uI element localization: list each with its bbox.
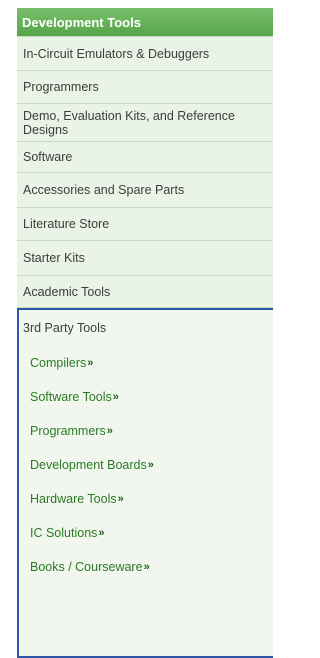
submenu-item-label: Programmers <box>30 424 106 438</box>
submenu-item-development-boards[interactable]: Development Boards» <box>19 448 273 482</box>
submenu-item-label: Hardware Tools <box>30 492 117 506</box>
submenu-item-books-courseware[interactable]: Books / Courseware» <box>19 550 273 584</box>
submenu-item-label: IC Solutions <box>30 526 98 540</box>
submenu-item-label: Books / Courseware <box>30 560 143 574</box>
submenu-item-programmers[interactable]: Programmers» <box>19 414 273 448</box>
menu-item-label: Programmers <box>23 80 99 94</box>
double-chevron-right-icon: » <box>112 391 119 403</box>
menu-item-label: Literature Store <box>23 217 110 231</box>
development-tools-menu: Development Tools In-Circuit Emulators &… <box>17 8 273 658</box>
double-chevron-right-icon: » <box>87 357 94 369</box>
menu-item-programmers[interactable]: Programmers <box>17 71 273 104</box>
double-chevron-right-icon: » <box>147 459 154 471</box>
menu-item-demo-evaluation-kits[interactable]: Demo, Evaluation Kits, and Reference Des… <box>17 104 273 142</box>
menu-item-academic-tools[interactable]: Academic Tools <box>17 276 273 308</box>
third-party-tools-title[interactable]: 3rd Party Tools <box>19 310 273 346</box>
menu-header: Development Tools <box>17 8 273 37</box>
menu-item-accessories-spare-parts[interactable]: Accessories and Spare Parts <box>17 173 273 208</box>
menu-item-literature-store[interactable]: Literature Store <box>17 208 273 241</box>
menu-item-label: In-Circuit Emulators & Debuggers <box>23 46 210 61</box>
submenu-item-compilers[interactable]: Compilers» <box>19 346 273 380</box>
submenu-item-label: Compilers <box>30 356 87 370</box>
submenu-item-label: Software Tools <box>30 390 112 404</box>
menu-item-label: Accessories and Spare Parts <box>23 183 185 197</box>
double-chevron-right-icon: » <box>106 425 113 437</box>
menu-item-in-circuit-emulators[interactable]: In-Circuit Emulators & Debuggers <box>17 37 273 71</box>
submenu-item-hardware-tools[interactable]: Hardware Tools» <box>19 482 273 516</box>
submenu-item-software-tools[interactable]: Software Tools» <box>19 380 273 414</box>
double-chevron-right-icon: » <box>117 493 124 505</box>
menu-item-label: Demo, Evaluation Kits, and Reference Des… <box>23 108 235 137</box>
submenu-item-ic-solutions[interactable]: IC Solutions» <box>19 516 273 550</box>
menu-item-starter-kits[interactable]: Starter Kits <box>17 241 273 276</box>
double-chevron-right-icon: » <box>143 561 150 573</box>
double-chevron-right-icon: » <box>98 527 105 539</box>
third-party-tools-section: 3rd Party Tools Compilers» Software Tool… <box>17 308 273 658</box>
menu-item-label: Starter Kits <box>23 251 85 265</box>
submenu-item-label: Development Boards <box>30 458 147 472</box>
menu-item-label: Software <box>23 150 73 164</box>
menu-item-software[interactable]: Software <box>17 142 273 173</box>
menu-item-label: Academic Tools <box>23 284 111 299</box>
